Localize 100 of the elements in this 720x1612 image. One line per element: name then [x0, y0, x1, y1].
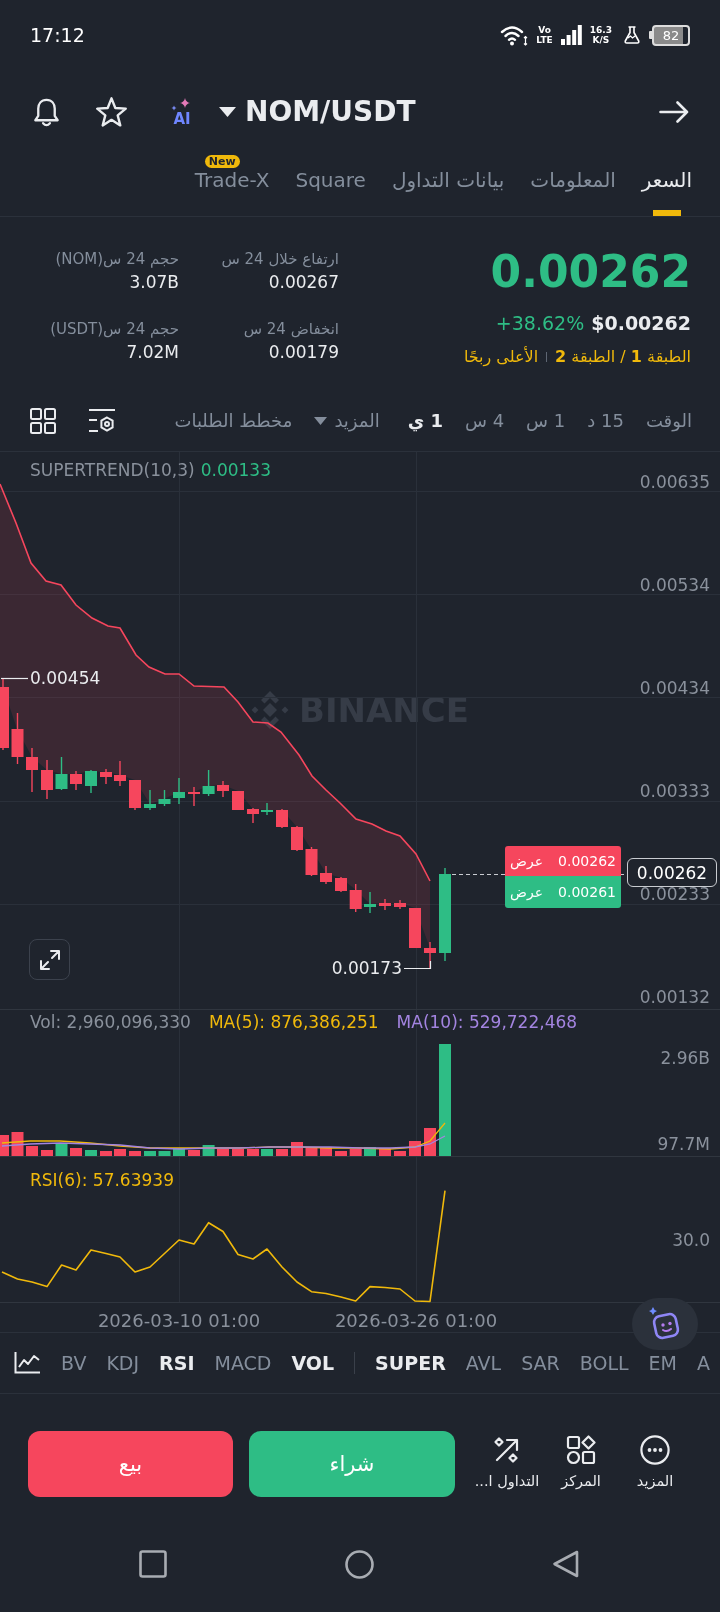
indicator-tab[interactable]: SAR — [521, 1351, 560, 1375]
candle — [305, 846, 318, 877]
candle — [173, 777, 185, 805]
indicator-tab[interactable]: VOL — [291, 1351, 335, 1375]
tab[interactable]: المعلومات — [530, 154, 616, 216]
network-type: Vo — [538, 25, 551, 35]
stat-value: 3.07B — [129, 271, 179, 294]
shapes-grid-icon — [566, 1435, 596, 1465]
signal-icon — [560, 25, 582, 45]
volume-bar — [217, 1149, 229, 1156]
fullscreen-button[interactable] — [29, 939, 70, 980]
axis-label: 0.00333 — [639, 784, 710, 798]
recents-icon[interactable] — [139, 1550, 167, 1578]
last-price-label: 0.00262 — [627, 858, 717, 887]
indicator-tab[interactable]: A — [697, 1351, 710, 1375]
sell-button[interactable]: بيع — [28, 1431, 233, 1497]
bid-price: 0.00261 — [558, 883, 616, 901]
star-icon[interactable] — [96, 96, 127, 128]
axis-label: 30.0 — [672, 1233, 710, 1247]
tab[interactable]: بيانات التداول — [391, 154, 505, 216]
axis-label: 0.00534 — [639, 578, 710, 592]
axis-label: 0.00132 — [639, 990, 710, 1004]
speed-unit: K/S — [592, 35, 610, 45]
caret-down-icon — [314, 416, 328, 425]
volume-bar — [173, 1148, 185, 1156]
candle — [364, 891, 376, 914]
stat-value: 7.02M — [126, 341, 179, 364]
stat-value: 0.00267 — [268, 271, 339, 294]
volume-bar — [70, 1148, 82, 1156]
candle — [100, 768, 112, 785]
interval-tab[interactable]: 1 س — [526, 408, 566, 433]
volume-bar — [144, 1151, 156, 1156]
list-settings-icon[interactable] — [88, 407, 116, 434]
indicator-tab[interactable]: RSI — [159, 1351, 195, 1375]
volume-bar — [41, 1150, 53, 1156]
back-icon[interactable] — [552, 1550, 579, 1578]
volume-bar — [247, 1149, 259, 1156]
volume-bar — [305, 1147, 318, 1156]
candle — [232, 790, 244, 811]
candle — [379, 898, 391, 911]
rsi-value: RSI(6): 57.63939 — [30, 1170, 174, 1190]
volume-bar — [364, 1147, 376, 1156]
toolbar-button[interactable]: المركز — [544, 1431, 618, 1490]
volume-bar — [114, 1149, 126, 1156]
indicator-tab[interactable]: BV — [60, 1351, 87, 1375]
wifi-icon — [500, 24, 529, 46]
axis-label: 2.96B — [660, 1051, 710, 1065]
home-icon[interactable] — [345, 1550, 374, 1579]
depth-chart-button[interactable]: مخطط الطلبات — [174, 408, 293, 433]
candle — [202, 769, 215, 797]
toolbar-button[interactable]: التداول ا... — [470, 1431, 544, 1490]
date-label: 2026-03-10 01:00 — [96, 1311, 262, 1331]
tab[interactable]: السعر — [641, 154, 692, 216]
bid-label: عرض — [510, 883, 543, 901]
last-price: 0.00262 — [490, 245, 691, 299]
candle — [114, 760, 126, 787]
volume-bar — [26, 1146, 38, 1156]
pair-selector[interactable]: NOM/USDT — [219, 95, 416, 129]
volume-bar — [0, 1135, 9, 1156]
buy-button[interactable]: شراء — [249, 1431, 455, 1497]
tab[interactable]: Square — [295, 154, 366, 216]
volume-bar — [335, 1151, 347, 1156]
speed-value: 16.3 — [589, 25, 612, 35]
candle — [85, 769, 97, 794]
indicator-tab[interactable]: SUPER — [375, 1351, 446, 1375]
candle — [394, 899, 406, 910]
candle — [70, 770, 82, 791]
interval-tab[interactable]: 15 د — [587, 408, 624, 433]
candle — [424, 941, 436, 969]
stat-label: حجم 24 س(NOM) — [55, 249, 179, 269]
axis-label: 0.00233 — [639, 887, 710, 901]
interval-tab[interactable]: 4 س — [464, 408, 505, 433]
axis-label: 0.00635 — [639, 475, 710, 489]
line-chart-icon[interactable] — [14, 1352, 40, 1374]
grid-icon[interactable] — [30, 407, 56, 434]
more-dropdown[interactable]: المزيد — [314, 408, 380, 433]
indicator-tab[interactable]: BOLL — [579, 1351, 629, 1375]
volume-bar — [276, 1149, 288, 1156]
diamond-logo-icon — [250, 690, 290, 730]
candle — [11, 712, 24, 765]
volume-bar — [320, 1147, 332, 1156]
clock-time: 17:12 — [30, 24, 85, 46]
indicator-tab[interactable]: EM — [648, 1351, 677, 1375]
interval-tab[interactable]: 1 ي — [407, 408, 443, 433]
indicator-tab[interactable]: AVL — [465, 1351, 502, 1375]
toolbar-button[interactable]: المزيد — [618, 1431, 692, 1490]
volume-bar — [349, 1149, 362, 1156]
indicator-tab[interactable]: KDJ — [106, 1351, 140, 1375]
ai-button[interactable]: AI — [171, 97, 193, 127]
arrow-right-icon[interactable] — [659, 101, 689, 123]
usd-price: $0.00262 — [591, 311, 691, 336]
bell-icon[interactable] — [31, 96, 62, 128]
battery-indicator: 82 — [649, 24, 690, 46]
candle — [26, 747, 38, 793]
candle — [291, 825, 303, 852]
high-price-label: 0.00454 — [30, 668, 101, 688]
indicator-tab[interactable]: MACD — [214, 1351, 272, 1375]
ma10-value: MA(10): 529,722,468 — [396, 1012, 578, 1032]
volume-bar — [158, 1151, 171, 1156]
axis-label: 0.00434 — [639, 681, 710, 695]
